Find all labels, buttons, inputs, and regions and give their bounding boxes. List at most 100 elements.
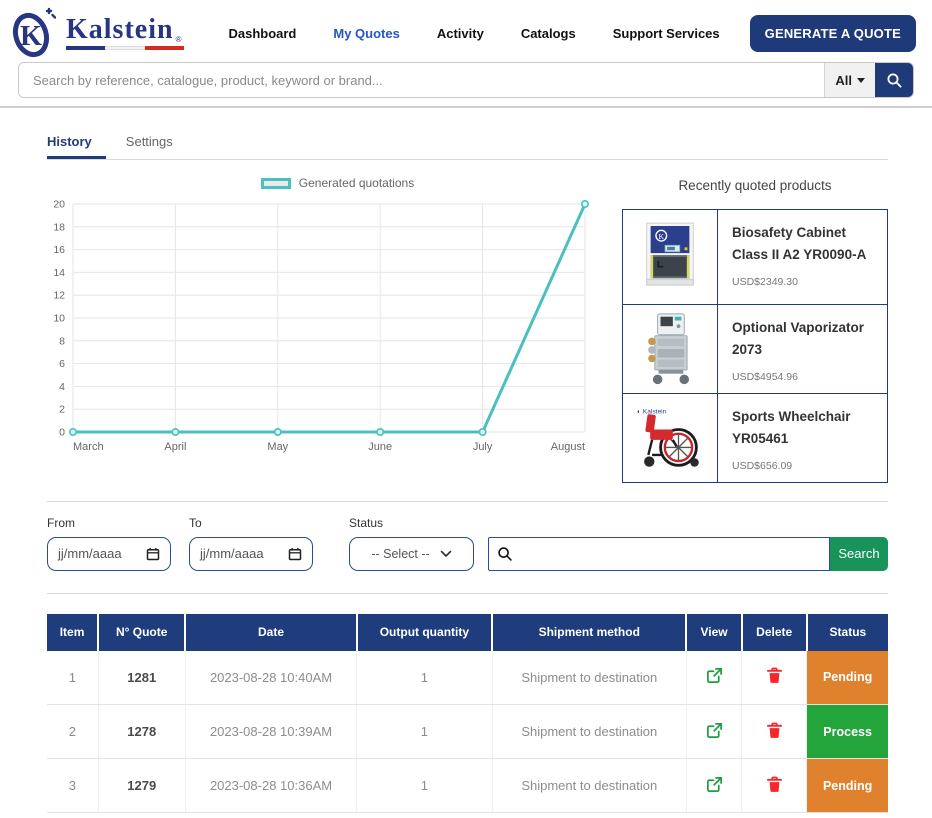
tab-settings[interactable]: Settings	[126, 134, 173, 159]
view-quote-button[interactable]	[706, 722, 723, 739]
view-quote-button[interactable]	[706, 776, 723, 793]
data-point-july[interactable]	[479, 429, 485, 435]
status-badge: Process	[807, 705, 888, 758]
shipment-method: Shipment to destination	[492, 759, 686, 813]
data-point-august[interactable]	[582, 201, 588, 207]
product-card[interactable]: K Biosafety Cabinet Class II A2 YR0090-A U…	[623, 210, 887, 305]
generate-quote-button[interactable]: GENERATE A QUOTE	[750, 15, 916, 52]
svg-text:18: 18	[53, 221, 65, 233]
quote-date: 2023-08-28 10:36AM	[185, 759, 356, 813]
to-date-input[interactable]: jj/mm/aaaa	[189, 537, 313, 571]
column-header-status: Status	[807, 614, 888, 651]
view-cell[interactable]	[686, 759, 741, 813]
recent-products-list: K Biosafety Cabinet Class II A2 YR0090-A U…	[622, 209, 888, 483]
registered-mark: ®	[176, 35, 182, 44]
svg-text:4: 4	[59, 381, 65, 393]
table-search-field	[488, 537, 830, 571]
svg-text:July: July	[473, 441, 493, 453]
status-badge: Pending	[807, 759, 888, 812]
output-quantity: 1	[357, 759, 492, 813]
product-price: USD$656.09	[732, 460, 875, 472]
product-name: Biosafety Cabinet Class II A2 YR0090-A	[732, 222, 875, 267]
nav-item-catalogs[interactable]: Catalogs	[521, 26, 576, 41]
product-card[interactable]: ◐ Kalstein Sports Wheelchair YR05461 USD$6…	[623, 394, 887, 482]
delete-quote-button[interactable]	[767, 776, 782, 793]
data-point-june[interactable]	[377, 429, 383, 435]
trash-icon[interactable]	[767, 776, 782, 793]
nav-item-activity[interactable]: Activity	[437, 26, 484, 41]
chart-canvas: 02468101214161820MarchAprilMayJuneJulyAu…	[47, 194, 588, 467]
global-search-bar: All	[18, 62, 914, 98]
svg-text:◐ Kalstein: ◐ Kalstein	[637, 408, 667, 415]
header: K Kalstein ® Dashboard My Quotes Activity C…	[0, 0, 932, 58]
quote-row: 112812023-08-28 10:40AM1Shipment to dest…	[47, 651, 888, 705]
view-cell[interactable]	[686, 705, 741, 759]
product-card[interactable]: Optional Vaporizator 2073USD$4954.96	[623, 305, 887, 394]
data-point-march[interactable]	[70, 429, 76, 435]
table-search-input[interactable]	[519, 546, 821, 561]
nav-item-support-services[interactable]: Support Services	[613, 26, 720, 41]
search-icon	[886, 72, 903, 89]
kalstein-logo-icon: K	[10, 7, 56, 59]
svg-text:K: K	[658, 232, 664, 241]
column-header-item: Item	[47, 614, 98, 651]
product-price: USD$2349.30	[732, 276, 875, 288]
svg-text:20: 20	[53, 199, 65, 211]
to-label: To	[189, 516, 313, 530]
product-name: Sports Wheelchair YR05461	[732, 406, 875, 451]
quote-row: 212782023-08-28 10:39AM1Shipment to dest…	[47, 705, 888, 759]
calendar-icon[interactable]	[288, 547, 302, 561]
kalstein-logo[interactable]: K Kalstein ®	[10, 7, 184, 59]
main-nav: Dashboard My Quotes Activity Catalogs Suppor…	[228, 26, 719, 41]
output-quantity: 1	[357, 705, 492, 759]
view-quote-button[interactable]	[706, 667, 723, 684]
delete-quote-button[interactable]	[767, 722, 782, 739]
svg-text:August: August	[551, 441, 585, 453]
svg-text:0: 0	[59, 427, 65, 439]
column-header-output-quantity: Output quantity	[357, 614, 492, 651]
delete-cell[interactable]	[742, 651, 807, 705]
tab-history[interactable]: History	[47, 134, 92, 159]
delete-cell[interactable]	[742, 705, 807, 759]
chevron-down-icon	[440, 550, 452, 558]
data-point-may[interactable]	[275, 429, 281, 435]
table-search-button[interactable]: Search	[830, 537, 888, 571]
delete-quote-button[interactable]	[767, 667, 782, 684]
column-header-date: Date	[185, 614, 356, 651]
quote-number: 1279	[98, 759, 185, 813]
external-link-icon[interactable]	[706, 776, 723, 793]
view-cell[interactable]	[686, 651, 741, 705]
column-header-view: View	[686, 614, 741, 651]
status-select[interactable]: -- Select --	[349, 537, 474, 571]
global-search-input[interactable]	[19, 63, 824, 97]
status-cell: Pending	[807, 759, 888, 813]
data-point-april[interactable]	[172, 429, 178, 435]
search-category-dropdown[interactable]: All	[824, 63, 875, 97]
quote-number: 1281	[98, 651, 185, 705]
status-badge: Pending	[807, 651, 888, 705]
svg-text:K: K	[20, 21, 42, 52]
from-date-input[interactable]: jj/mm/aaaa	[47, 537, 171, 571]
legend-swatch	[261, 178, 291, 189]
recent-products-panel: Recently quoted products K Biosafety Cabi…	[622, 176, 888, 483]
quote-date: 2023-08-28 10:39AM	[185, 705, 356, 759]
svg-text:2: 2	[59, 404, 65, 416]
trash-icon[interactable]	[767, 667, 782, 684]
column-header-shipment-method: Shipment method	[492, 614, 686, 651]
external-link-icon[interactable]	[706, 722, 723, 739]
trash-icon[interactable]	[767, 722, 782, 739]
item: 1	[47, 651, 98, 705]
calendar-icon[interactable]	[146, 547, 160, 561]
filters-row: From jj/mm/aaaa To jj/mm/aaaa Status	[0, 502, 932, 571]
search-icon	[497, 546, 513, 562]
nav-item-my-quotes[interactable]: My Quotes	[333, 26, 399, 41]
column-header-delete: Delete	[742, 614, 807, 651]
from-label: From	[47, 516, 171, 530]
chart-legend[interactable]: Generated quotations	[47, 176, 588, 190]
delete-cell[interactable]	[742, 759, 807, 813]
nav-item-dashboard[interactable]: Dashboard	[228, 26, 296, 41]
global-search-button[interactable]	[875, 63, 913, 97]
external-link-icon[interactable]	[706, 667, 723, 684]
recent-products-title: Recently quoted products	[622, 178, 888, 193]
column-header-n-quote: N° Quote	[98, 614, 185, 651]
